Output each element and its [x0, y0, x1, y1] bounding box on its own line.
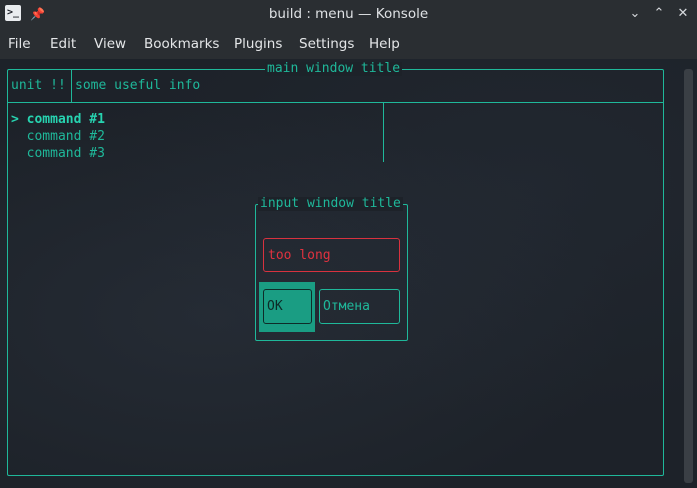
window-title: build : menu — Konsole: [268, 6, 429, 22]
maximize-button[interactable]: ⌃: [651, 6, 667, 22]
minimize-button[interactable]: ⌄: [627, 6, 643, 22]
selection-marker: [11, 129, 27, 144]
unit-label: unit !!: [11, 78, 66, 93]
command-label: command #2: [26, 129, 105, 144]
terminal-scrollbar[interactable]: [684, 69, 693, 483]
ok-button-label: OK: [267, 299, 283, 314]
command-label: command #3: [26, 146, 105, 161]
command-label: command #1: [26, 112, 105, 127]
command-item-3[interactable]: command #3: [11, 145, 105, 162]
selection-marker: [11, 146, 27, 161]
menu-file[interactable]: File: [8, 29, 31, 59]
menu-plugins[interactable]: Plugins: [234, 29, 282, 59]
menu-edit[interactable]: Edit: [50, 29, 76, 59]
input-dialog-title: input window title: [258, 196, 403, 211]
header-divider: [71, 69, 72, 102]
menu-bar: File Edit View Bookmarks Plugins Setting…: [0, 29, 697, 59]
info-label: some useful info: [75, 78, 201, 93]
command-item-2[interactable]: command #2: [11, 128, 105, 145]
menu-bookmarks[interactable]: Bookmarks: [144, 29, 219, 59]
menu-column-divider: [383, 103, 384, 162]
selection-marker: >: [11, 112, 27, 127]
command-item-1[interactable]: > command #1: [11, 111, 105, 128]
input-value: too long: [268, 248, 331, 263]
header-separator: [7, 102, 664, 103]
cancel-button-label: Отмена: [323, 299, 370, 314]
menu-settings[interactable]: Settings: [299, 29, 354, 59]
main-window-title: main window title: [265, 61, 403, 76]
close-button[interactable]: ✕: [675, 6, 691, 22]
menu-view[interactable]: View: [94, 29, 126, 59]
menu-help[interactable]: Help: [369, 29, 400, 59]
title-bar: >_ 📌 build : menu — Konsole ⌄ ⌃ ✕: [0, 0, 697, 29]
